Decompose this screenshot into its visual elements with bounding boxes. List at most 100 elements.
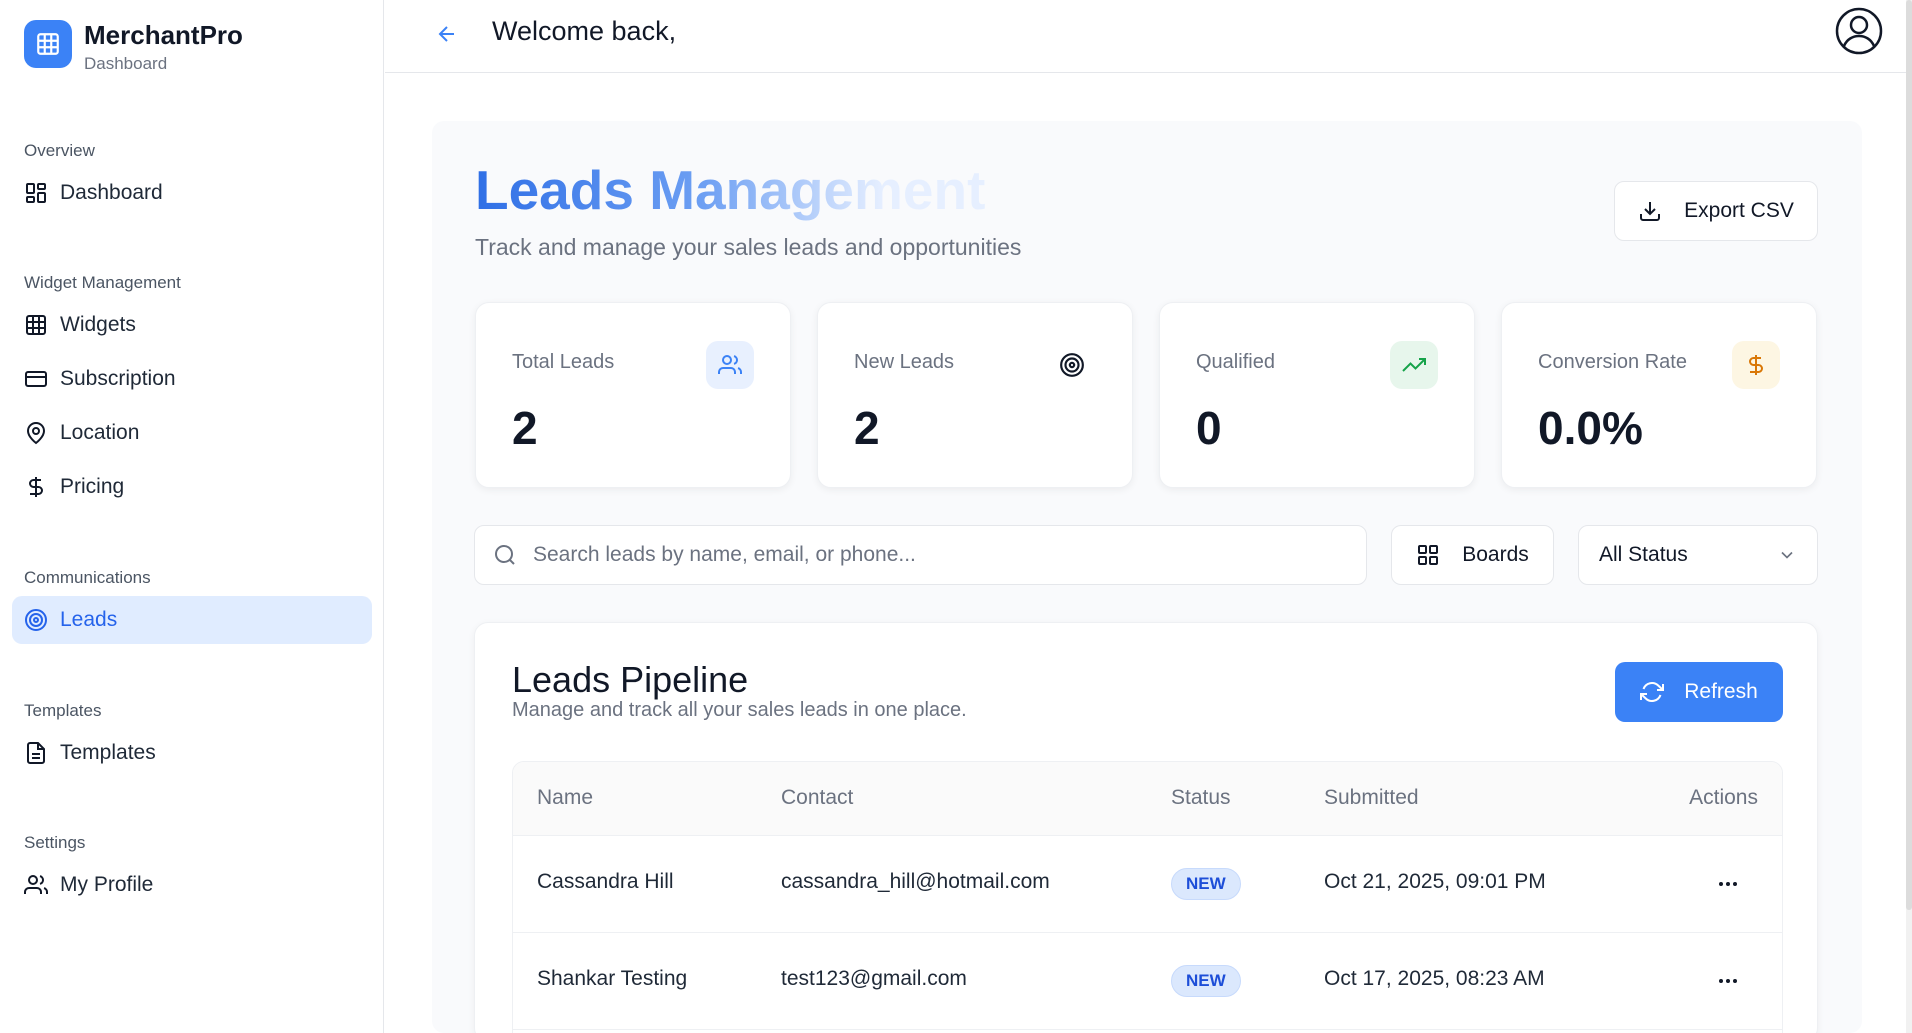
column-header-submitted[interactable]: Submitted <box>1324 786 1419 810</box>
pipeline-title: Leads Pipeline <box>512 659 749 700</box>
lead-submitted: Oct 21, 2025, 09:01 PM <box>1324 870 1546 893</box>
search-box <box>474 525 1367 585</box>
refresh-icon <box>1640 682 1665 702</box>
nav-section-widget-management: Widget Management Widgets Subscription L… <box>0 273 384 511</box>
export-csv-label: Export CSV <box>1684 199 1794 222</box>
page-title: Leads Management <box>475 159 986 221</box>
search-input[interactable] <box>533 543 1313 567</box>
card-icon <box>25 371 47 387</box>
lead-name: Cassandra Hill <box>537 870 674 893</box>
lead-name: Shankar Testing <box>537 967 688 990</box>
brand-subtitle: Dashboard <box>84 54 168 73</box>
target-icon <box>1048 341 1096 389</box>
brand-name: MerchantPro <box>84 20 243 50</box>
column-header-actions: Actions <box>1689 786 1758 809</box>
sidebar-item-templates[interactable]: Templates <box>12 729 372 777</box>
boards-label: Boards <box>1462 543 1529 566</box>
brand: MerchantPro Dashboard <box>24 20 243 74</box>
sidebar-item-leads[interactable]: Leads <box>12 596 372 644</box>
stat-card-conversion-rate: Conversion Rate 0.0% <box>1501 302 1817 488</box>
sidebar-item-label: Widgets <box>60 313 136 336</box>
boards-icon <box>1418 545 1439 565</box>
refresh-label: Refresh <box>1684 680 1758 703</box>
row-actions-button[interactable] <box>1710 963 1746 999</box>
nav-heading: Settings <box>24 833 86 852</box>
scrollbar-thumb[interactable] <box>1906 0 1912 910</box>
users-icon <box>24 875 48 894</box>
back-button[interactable] <box>431 18 463 50</box>
sidebar-item-subscription[interactable]: Subscription <box>12 355 372 403</box>
stat-label: Total Leads <box>512 351 615 373</box>
status-badge: NEW <box>1171 868 1241 900</box>
boards-button[interactable]: Boards <box>1391 525 1554 585</box>
sidebar-item-label: Subscription <box>60 367 176 390</box>
refresh-button[interactable]: Refresh <box>1615 662 1783 722</box>
search-icon <box>495 545 515 565</box>
leads-table: Name Contact Status Submitted Actions Ca… <box>512 761 1783 1033</box>
welcome-text: Welcome back, <box>492 16 677 46</box>
brand-logo-icon <box>24 20 72 68</box>
table-header: Name Contact Status Submitted Actions <box>513 762 1782 836</box>
sidebar-item-label: Dashboard <box>60 181 163 204</box>
sidebar-item-location[interactable]: Location <box>12 409 372 457</box>
sidebar-item-widgets[interactable]: Widgets <box>12 301 372 349</box>
lead-submitted: Oct 17, 2025, 08:23 AM <box>1324 967 1545 990</box>
sidebar-item-label: Location <box>60 421 140 444</box>
more-horizontal-icon <box>1719 979 1737 983</box>
page-scrollbar[interactable] <box>1906 0 1912 1033</box>
stat-label: Conversion Rate <box>1538 351 1687 373</box>
leads-pipeline-card: Leads Pipeline Manage and track all your… <box>474 622 1818 1033</box>
stat-value: 2 <box>854 402 880 454</box>
user-circle-icon <box>1835 7 1883 55</box>
sidebar-item-label: My Profile <box>60 873 154 896</box>
nav-heading: Overview <box>24 141 95 160</box>
sidebar-item-label: Leads <box>60 608 118 631</box>
arrow-left-icon <box>438 26 454 42</box>
status-badge: NEW <box>1171 965 1241 997</box>
status-filter-value: All Status <box>1599 543 1688 566</box>
nav-section-overview: Overview Dashboard <box>0 141 384 217</box>
sidebar-item-pricing[interactable]: Pricing <box>12 463 372 511</box>
column-header-status[interactable]: Status <box>1171 786 1231 810</box>
table-row[interactable]: Cassandra Hill cassandra_hill@hotmail.co… <box>513 836 1782 933</box>
stat-label: Qualified <box>1196 351 1275 373</box>
status-filter-select[interactable]: All Status <box>1578 525 1818 585</box>
export-csv-button[interactable]: Export CSV <box>1614 181 1818 241</box>
stat-card-new-leads: New Leads 2 <box>817 302 1133 488</box>
nav-heading: Templates <box>24 701 102 720</box>
dollar-icon <box>1732 341 1780 389</box>
map-pin-icon <box>26 422 46 445</box>
stat-card-total-leads: Total Leads 2 <box>475 302 791 488</box>
sidebar-item-label: Pricing <box>60 475 125 498</box>
user-account-button[interactable] <box>1834 6 1884 56</box>
sidebar: MerchantPro Dashboard Overview Dashboard… <box>0 0 384 1033</box>
trending-up-icon <box>1390 341 1438 389</box>
nav-section-settings: Settings My Profile <box>0 833 384 909</box>
users-icon <box>706 341 754 389</box>
sidebar-item-label: Templates <box>60 741 156 764</box>
sidebar-item-my-profile[interactable]: My Profile <box>12 861 372 909</box>
stat-label: New Leads <box>854 351 955 373</box>
sidebar-item-dashboard[interactable]: Dashboard <box>12 169 372 217</box>
lead-contact: test123@gmail.com <box>781 967 967 990</box>
target-icon <box>25 609 47 631</box>
nav-section-templates: Templates Templates <box>0 701 384 777</box>
chevron-down-icon <box>1781 551 1793 559</box>
stat-value: 2 <box>512 402 538 454</box>
more-horizontal-icon <box>1719 882 1737 886</box>
download-icon <box>1640 202 1661 221</box>
nav-heading: Widget Management <box>24 273 181 292</box>
grid-icon <box>26 315 46 335</box>
table-row[interactable]: Shankar Testing test123@gmail.com NEW Oc… <box>513 933 1782 1030</box>
nav-section-communications: Communications Leads <box>0 568 384 644</box>
row-actions-button[interactable] <box>1710 866 1746 902</box>
dashboard-icon <box>26 183 46 203</box>
top-bar: Welcome back, <box>385 0 1912 73</box>
stat-value: 0.0% <box>1538 402 1643 454</box>
column-header-contact[interactable]: Contact <box>781 786 853 810</box>
page-subtitle: Track and manage your sales leads and op… <box>475 234 1022 260</box>
dollar-icon <box>29 477 43 497</box>
column-header-name[interactable]: Name <box>537 786 593 810</box>
stat-card-qualified: Qualified 0 <box>1159 302 1475 488</box>
stat-value: 0 <box>1196 402 1222 454</box>
